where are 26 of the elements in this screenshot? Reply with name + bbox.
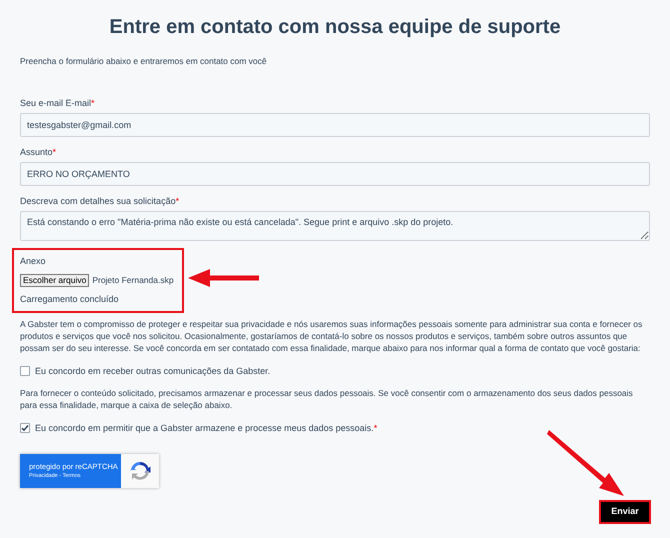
required-mark: * [52, 147, 56, 157]
check-icon [21, 424, 29, 432]
required-mark: * [374, 423, 378, 433]
file-name: Projeto Fernanda.skp [92, 274, 174, 287]
recaptcha-logo-icon [128, 459, 152, 483]
field-label-text: Seu e-mail E-mail [20, 98, 92, 108]
checkbox-label: Eu concordo em receber outras comunicações da Gabster. [35, 366, 270, 376]
input-field[interactable]: ERRO NO ORÇAMENTO [20, 162, 650, 186]
consent-note: Para fornecer o conteúdo solicitado, precisamos armazenar e processar seus dados pessoais. Se você consentir com o armazenamento dos seus dados pessoais para essa finalidade, marque a caixa de seleção abaixo. [20, 387, 634, 411]
input-field[interactable]: testesgabster@gmail.com [20, 113, 650, 137]
field-label-text: Descreva com detalhes sua solicitação [20, 196, 176, 206]
required-mark: * [91, 98, 95, 108]
intro-text: Preencha o formulário abaixo e entraremos em contato com você [20, 55, 268, 67]
checkbox[interactable] [20, 366, 30, 376]
checkbox[interactable] [20, 423, 30, 433]
field-label-text: Assunto [20, 147, 53, 157]
page-title: Entre em contato com nossa equipe de suporte [108, 15, 562, 39]
choose-file-button[interactable]: Escolher arquivo [20, 274, 90, 287]
checkbox-label: Eu concordo em permitir que a Gabster armazene e processe meus dados pessoais. [35, 423, 374, 433]
required-mark: * [176, 196, 180, 206]
privacy-text: A Gabster tem o compromisso de proteger e respeitar sua privacidade e nós usaremos suas informações pessoais somente para administrar sua conta e fornecer os produtos e serviços que você nos solicitou. Ocasionalmente, gostaríamos de contatá-lo sobre os nossos produtos e serviços, também sobre outros assuntos que possam ser do seu interesse. Se você concorda em ser contatado com essa finalidade, marque abaixo para nos informar qual a forma de contato que você gostaria: [20, 318, 644, 354]
description-field[interactable]: Está constando o erro "Matéria-prima não existe ou está cancelada". Segue print e arquivo .skp do projeto. [20, 211, 650, 241]
attachment-label: Anexo [20, 256, 46, 267]
submit-button[interactable]: Enviar [599, 500, 651, 524]
upload-status: Carregamento concluído [20, 294, 119, 305]
left-arrow [188, 268, 260, 288]
